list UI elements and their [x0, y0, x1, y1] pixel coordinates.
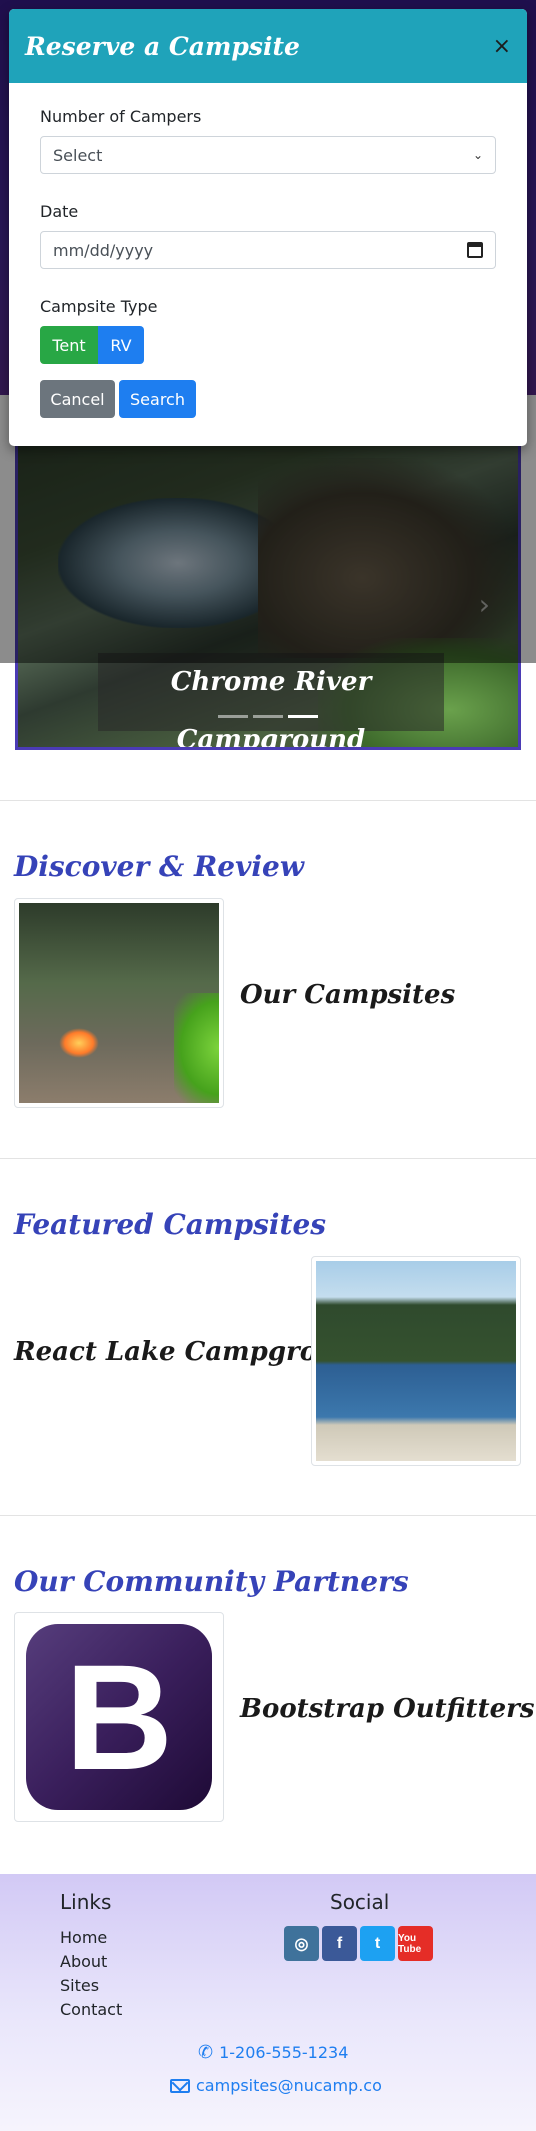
partners-title: Our Community Partners — [14, 1565, 409, 1598]
social-heading: Social — [330, 1890, 390, 1914]
featured-campsite-image[interactable] — [311, 1256, 521, 1466]
campfire-photo — [19, 903, 219, 1103]
date-input-value: mm/dd/yyyy — [53, 240, 154, 260]
campsites-image[interactable] — [14, 898, 224, 1108]
modal-body: Number of Campers Select ⌄ Date mm/dd/yy… — [9, 83, 527, 418]
campers-label: Number of Campers — [40, 107, 202, 126]
envelope-icon — [170, 2078, 190, 2093]
footer-links: Home About Sites Contact — [60, 1926, 122, 2022]
email-link[interactable]: campsites@nucamp.co — [170, 2076, 382, 2095]
carousel-indicators — [218, 715, 318, 718]
twitter-icon[interactable]: t — [360, 1926, 395, 1961]
carousel-indicator-active[interactable] — [288, 715, 318, 718]
email-address: campsites@nucamp.co — [196, 2076, 382, 2095]
campsite-type-toggle: Tent RV — [40, 326, 496, 364]
campfire-flame — [59, 1028, 99, 1058]
footer-link-contact[interactable]: Contact — [60, 1998, 122, 2022]
tent-button[interactable]: Tent — [40, 326, 98, 364]
cancel-button[interactable]: Cancel — [40, 380, 115, 418]
carousel-indicator[interactable] — [218, 715, 248, 718]
modal-actions: Cancel Search — [40, 380, 496, 418]
phone-icon: ✆ — [198, 2042, 214, 2063]
date-label: Date — [40, 202, 79, 221]
campers-select[interactable]: Select ⌄ — [40, 136, 496, 174]
calendar-icon[interactable] — [467, 242, 483, 258]
lake-photo — [316, 1261, 516, 1461]
campsites-label[interactable]: Our Campsites — [240, 980, 455, 1010]
instagram-icon[interactable]: ◎ — [284, 1926, 319, 1961]
search-button[interactable]: Search — [119, 380, 196, 418]
tent-shape — [174, 993, 219, 1103]
site-footer: Links Home About Sites Contact Social ◎ … — [0, 1874, 536, 2131]
facebook-icon[interactable]: f — [322, 1926, 357, 1961]
partner-label[interactable]: Bootstrap Outfitters — [240, 1694, 534, 1724]
campsite-type-label: Campsite Type — [40, 297, 158, 316]
close-icon[interactable]: × — [493, 34, 511, 59]
campers-select-value: Select — [53, 145, 103, 165]
modal-header: Reserve a Campsite × — [9, 9, 527, 83]
bootstrap-logo: B — [26, 1624, 212, 1810]
youtube-icon[interactable]: You Tube — [398, 1926, 433, 1961]
chevron-down-icon: ⌄ — [472, 148, 483, 162]
footer-link-about[interactable]: About — [60, 1950, 122, 1974]
carousel-caption: Chrome River Campground — [98, 653, 444, 747]
carousel-indicator[interactable] — [253, 715, 283, 718]
partner-logo-frame[interactable]: B — [14, 1612, 224, 1822]
rv-button[interactable]: RV — [98, 326, 144, 364]
phone-number: 1-206-555-1234 — [219, 2043, 349, 2062]
footer-link-home[interactable]: Home — [60, 1926, 122, 1950]
date-input[interactable]: mm/dd/yyyy — [40, 231, 496, 269]
footer-link-sites[interactable]: Sites — [60, 1974, 122, 1998]
divider — [0, 800, 536, 801]
discover-title: Discover & Review — [14, 850, 304, 883]
modal-title: Reserve a Campsite — [25, 31, 300, 61]
reserve-modal: Reserve a Campsite × Number of Campers S… — [9, 9, 527, 446]
phone-link[interactable]: ✆ 1-206-555-1234 — [198, 2042, 348, 2063]
divider — [0, 1158, 536, 1159]
partner-logo-container: B — [19, 1617, 219, 1817]
featured-title: Featured Campsites — [14, 1208, 327, 1241]
links-heading: Links — [60, 1890, 112, 1914]
divider — [0, 1515, 536, 1516]
social-icons: ◎ f t You Tube — [284, 1926, 433, 1961]
